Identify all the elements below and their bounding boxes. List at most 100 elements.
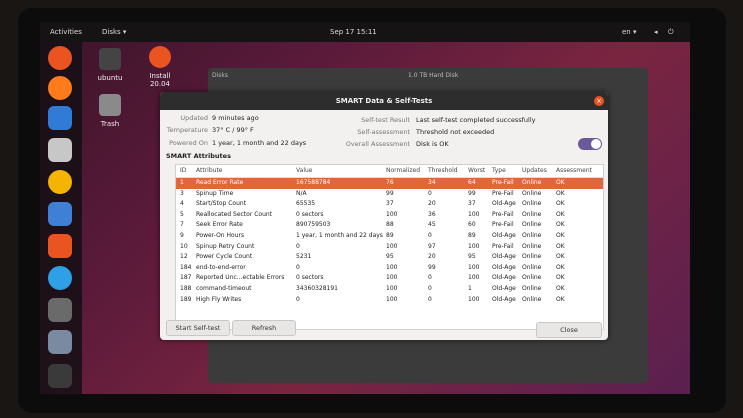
table-cell: 0: [428, 274, 432, 281]
table-cell: 100: [468, 211, 479, 218]
table-row[interactable]: 4Start/Stop Count65535372037Old-AgeOnlin…: [176, 199, 603, 210]
table-row[interactable]: 187Reported Unc...ectable Errors0 sector…: [176, 273, 603, 284]
table-cell: 100: [468, 243, 479, 250]
table-cell: 100: [386, 296, 397, 303]
table-cell: 100: [468, 274, 479, 281]
table-header: ID Attribute Value Normalized Threshold …: [176, 165, 603, 178]
table-row[interactable]: 3Spinup TimeN/A99099Pre-FailOnlineOK: [176, 189, 603, 200]
install-icon[interactable]: Install 20.04: [140, 46, 180, 88]
table-cell: Online: [522, 221, 541, 228]
screen: Activities Disks ▾ Sep 17 15:11 en ▾ ◂ ⏻…: [40, 22, 690, 394]
table-cell: 20: [428, 253, 436, 260]
table-cell: 0: [428, 296, 432, 303]
table-row[interactable]: 12Power Cycle Count5231952095Old-AgeOnli…: [176, 252, 603, 263]
table-cell: Pre-Fail: [492, 243, 514, 250]
monitor-icon[interactable]: [48, 330, 72, 354]
ubuntu-folder-icon[interactable]: ubuntu: [90, 48, 130, 82]
smart-toggle[interactable]: [578, 138, 602, 150]
table-cell: 187: [180, 274, 191, 281]
table-cell: OK: [556, 190, 565, 197]
table-row[interactable]: 184end-to-end-error010099100Old-AgeOnlin…: [176, 263, 603, 274]
table-cell: 99: [386, 190, 394, 197]
table-cell: Online: [522, 264, 541, 271]
table-cell: High Fly Writes: [196, 296, 241, 303]
col-value[interactable]: Value: [296, 167, 312, 174]
writer-icon[interactable]: [48, 202, 72, 226]
table-cell: Online: [522, 253, 541, 260]
clock[interactable]: Sep 17 15:11: [330, 28, 377, 36]
power-icon[interactable]: ⏻: [668, 28, 674, 37]
table-cell: 88: [386, 221, 394, 228]
smart-table: ID Attribute Value Normalized Threshold …: [175, 164, 604, 330]
table-row[interactable]: 189High Fly Writes01000100Old-AgeOnlineO…: [176, 295, 603, 306]
table-cell: 0: [296, 264, 300, 271]
table-cell: 189: [180, 296, 191, 303]
table-cell: 95: [468, 253, 476, 260]
table-cell: 167588784: [296, 179, 330, 186]
table-cell: OK: [556, 221, 565, 228]
software-center-icon[interactable]: [48, 234, 72, 258]
col-threshold[interactable]: Threshold: [428, 167, 458, 174]
table-cell: 4: [180, 200, 184, 207]
table-cell: OK: [556, 253, 565, 260]
col-worst[interactable]: Worst: [468, 167, 485, 174]
start-selftest-button[interactable]: Start Self-test: [166, 320, 230, 336]
table-cell: 9: [180, 232, 184, 239]
table-cell: Online: [522, 296, 541, 303]
table-row[interactable]: 5Reallocated Sector Count0 sectors100361…: [176, 210, 603, 221]
close-icon[interactable]: ×: [594, 96, 604, 106]
table-cell: N/A: [296, 190, 307, 197]
files-icon[interactable]: [48, 138, 72, 162]
table-cell: Start/Stop Count: [196, 200, 246, 207]
table-row[interactable]: 7Seek Error Rate890759503884560Pre-FailO…: [176, 220, 603, 231]
temperature-label: Temperature: [160, 126, 208, 134]
col-assessment[interactable]: Assessment: [556, 167, 592, 174]
col-normalized[interactable]: Normalized: [386, 167, 420, 174]
temperature-value: 37° C / 99° F: [212, 126, 254, 134]
close-button[interactable]: Close: [536, 322, 602, 338]
overall-label: Overall Assessment: [320, 140, 410, 148]
table-cell: 45: [428, 221, 436, 228]
powered-label: Powered On: [160, 139, 208, 147]
table-row[interactable]: 10Spinup Retry Count010097100Pre-FailOnl…: [176, 242, 603, 253]
table-row[interactable]: 9Power-On Hours1 year, 1 month and 22 da…: [176, 231, 603, 242]
table-cell: 0 sectors: [296, 274, 323, 281]
app-menu[interactable]: Disks ▾: [102, 28, 126, 36]
col-type[interactable]: Type: [492, 167, 506, 174]
table-cell: Online: [522, 211, 541, 218]
volume-icon[interactable]: ◂: [654, 28, 658, 36]
table-row[interactable]: 1Read Error Rate167588784763464Pre-FailO…: [176, 178, 603, 189]
rhythmbox-icon[interactable]: [48, 170, 72, 194]
table-cell: 97: [428, 243, 436, 250]
table-cell: Online: [522, 285, 541, 292]
firefox-icon[interactable]: [48, 76, 72, 100]
col-id[interactable]: ID: [180, 167, 186, 174]
table-cell: 95: [386, 253, 394, 260]
table-cell: 10: [180, 243, 188, 250]
ubuntu-installer-icon[interactable]: [48, 46, 72, 70]
disks-window-title: Disks: [212, 72, 228, 79]
table-cell: 100: [386, 211, 397, 218]
table-cell: 890759503: [296, 221, 330, 228]
col-updates[interactable]: Updates: [522, 167, 547, 174]
activities-button[interactable]: Activities: [50, 28, 82, 36]
table-cell: 60: [468, 221, 476, 228]
table-cell: 1: [468, 285, 472, 292]
help-icon[interactable]: [48, 266, 72, 290]
refresh-button[interactable]: Refresh: [232, 320, 296, 336]
trash-icon[interactable]: Trash: [90, 94, 130, 128]
table-cell: Old-Age: [492, 296, 516, 303]
selfassess-label: Self-assessment: [340, 128, 410, 136]
table-row[interactable]: 188command-timeout3436032819110001Old-Ag…: [176, 284, 603, 295]
powered-value: 1 year, 1 month and 22 days: [212, 139, 306, 147]
table-cell: 5: [180, 211, 184, 218]
language-indicator[interactable]: en ▾: [622, 28, 636, 36]
col-attribute[interactable]: Attribute: [196, 167, 223, 174]
dialog-title: SMART Data & Self-Tests: [160, 92, 608, 110]
disks-icon[interactable]: [48, 298, 72, 322]
table-cell: Online: [522, 274, 541, 281]
show-applications-icon[interactable]: [48, 364, 72, 388]
thunderbird-icon[interactable]: [48, 106, 72, 130]
table-cell: Power Cycle Count: [196, 253, 252, 260]
table-cell: Old-Age: [492, 264, 516, 271]
